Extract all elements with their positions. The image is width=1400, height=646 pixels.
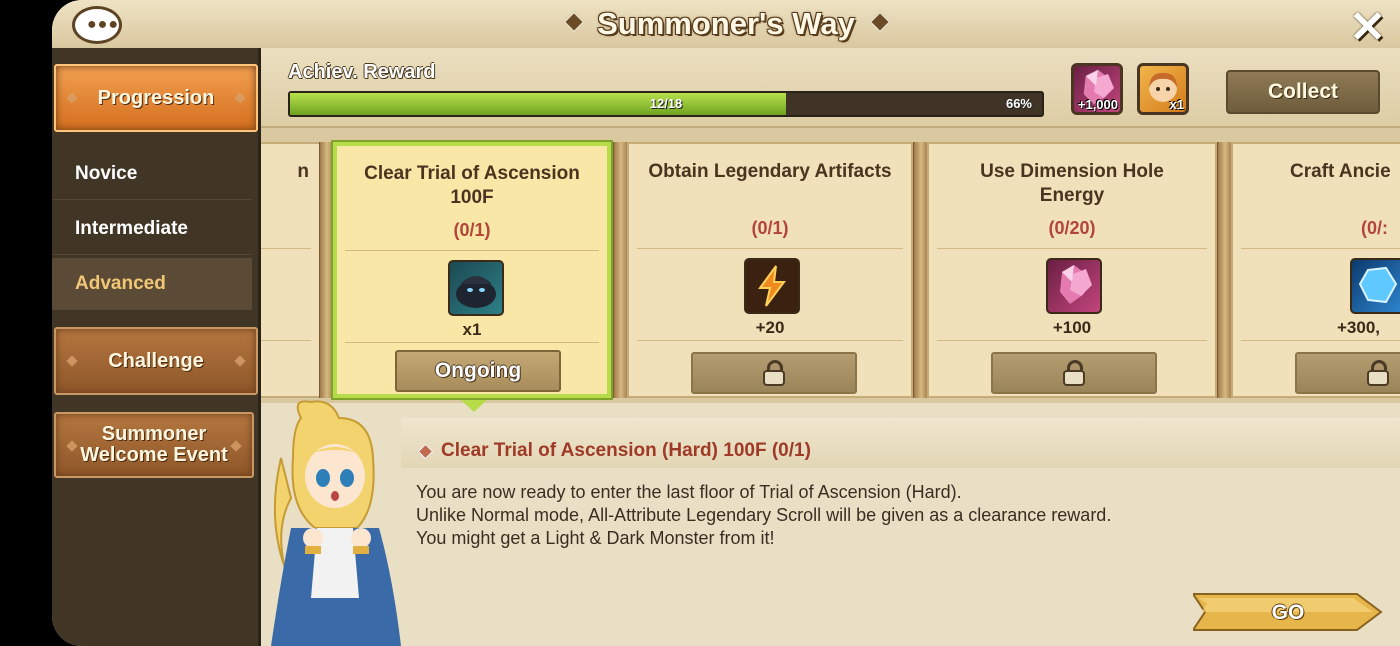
tab-challenge[interactable]: Challenge (54, 327, 258, 395)
card-divider (637, 340, 903, 341)
card-progress: (0/: (1361, 218, 1388, 238)
card-divider (345, 342, 599, 343)
tab-ornament-icon (66, 355, 78, 367)
ongoing-label: Ongoing (434, 359, 522, 382)
title-bar: ●●● Summoner's Way ✕ (52, 0, 1400, 53)
locked-button[interactable] (691, 352, 857, 394)
main-content: Achiev. Reward 12/18 66% +1,000 x1 Colle… (261, 48, 1400, 646)
mission-card-selected[interactable]: Clear Trial of Ascension 100F (0/1) x1 O… (333, 142, 611, 398)
card-divider (1241, 248, 1400, 249)
mission-card[interactable]: Use Dimension Hole Energy (0/20) +100 (927, 142, 1217, 398)
description-line: You are now ready to enter the last floo… (416, 482, 962, 502)
crystal-icon (1060, 265, 1092, 304)
reward-slot[interactable]: +1,000 (1071, 63, 1123, 115)
sidebar-item-advanced[interactable]: Advanced (52, 258, 252, 310)
tab-ornament-icon (66, 92, 78, 104)
card-reward-amount: +100 (1052, 318, 1092, 337)
reward-count: +1,000 (1077, 97, 1118, 112)
achievement-reward-panel: Achiev. Reward 12/18 66% +1,000 x1 Colle… (261, 48, 1400, 128)
card-title: Craft Ancie (1290, 161, 1391, 182)
reward-slot (1350, 258, 1400, 314)
card-divider (261, 248, 311, 249)
progress-percent: 66% (1005, 96, 1032, 111)
card-title: Use Dimension Hole Energy (980, 161, 1164, 206)
description-title: Clear Trial of Ascension (Hard) 100F (0/… (441, 440, 811, 461)
card-reward-amount: +20 (755, 318, 785, 337)
lock-icon (763, 360, 785, 386)
card-title: Obtain Legendary Artifacts (648, 161, 892, 182)
card-title: Clear Trial of Ascension 100F (364, 163, 580, 208)
card-divider (261, 340, 311, 341)
selection-pointer (461, 400, 487, 412)
card-divider (1241, 340, 1400, 341)
sidebar-item-intermediate[interactable]: Intermediate (52, 203, 252, 255)
tab-ornament-icon (230, 440, 242, 452)
card-reward-amount: x1 (462, 320, 482, 339)
tab-label: Challenge (108, 349, 204, 372)
ongoing-button[interactable]: Ongoing (395, 350, 561, 392)
tab-progression[interactable]: Progression (54, 64, 258, 132)
close-button[interactable]: ✕ (1349, 2, 1386, 53)
reward-slot[interactable]: x1 (1137, 63, 1189, 115)
reward-slot (744, 258, 800, 314)
tab-label: Progression (97, 86, 215, 109)
card-progress: (0/20) (1048, 218, 1096, 238)
locked-button[interactable] (1295, 352, 1400, 394)
guide-character-illustration (271, 400, 401, 646)
tab-ornament-icon (66, 440, 78, 452)
mission-card[interactable]: Obtain Legendary Artifacts (0/1) +20 (627, 142, 913, 398)
sidebar: Progression Novice Intermediate Advanced… (52, 48, 261, 646)
close-icon: ✕ (1349, 3, 1386, 52)
card-progress: (0/1) (453, 220, 491, 240)
lock-icon (1367, 360, 1389, 386)
collect-button[interactable]: Collect (1226, 70, 1380, 114)
energy-bolt-icon (758, 265, 786, 307)
card-divider (637, 248, 903, 249)
progress-count: 12/18 (649, 96, 683, 111)
card-divider (937, 248, 1207, 249)
go-button[interactable]: GO (1191, 592, 1383, 632)
description-line: Unlike Normal mode, All-Attribute Legend… (416, 505, 1112, 525)
locked-button[interactable] (991, 352, 1157, 394)
achievement-label: Achiev. Reward (288, 61, 436, 83)
reward-slot (448, 260, 504, 316)
mission-card[interactable]: Craft Ancie (0/: +300, (1231, 142, 1400, 398)
card-divider (345, 250, 599, 251)
window-title: Summoner's Way (597, 6, 855, 41)
card-title: n (297, 161, 309, 182)
tab-ornament-icon (234, 92, 246, 104)
lock-icon (1063, 360, 1085, 386)
achievement-progress-bar: 12/18 66% (288, 91, 1044, 117)
tab-label: Summoner Welcome Event (80, 423, 228, 466)
tab-ornament-icon (234, 355, 246, 367)
card-progress: (0/1) (751, 218, 789, 238)
dark-slime-icon (456, 276, 496, 308)
reward-slot (1046, 258, 1102, 314)
tab-summoner-welcome-event[interactable]: Summoner Welcome Event (54, 412, 254, 478)
card-reward-amount: +300, (1337, 318, 1381, 337)
sidebar-item-novice[interactable]: Novice (52, 148, 252, 200)
game-window: ●●● Summoner's Way ✕ Progression Novice … (52, 0, 1400, 646)
go-label: GO (1271, 601, 1305, 624)
blue-gem-icon (1358, 266, 1398, 304)
card-divider (937, 340, 1207, 341)
reward-count: x1 (1169, 97, 1184, 112)
mission-card[interactable]: n (261, 142, 321, 398)
description-line: You might get a Light & Dark Monster fro… (416, 528, 775, 548)
mission-card-carousel[interactable]: n Clear Trial of Ascension 100F (0/1) x1… (261, 128, 1400, 403)
